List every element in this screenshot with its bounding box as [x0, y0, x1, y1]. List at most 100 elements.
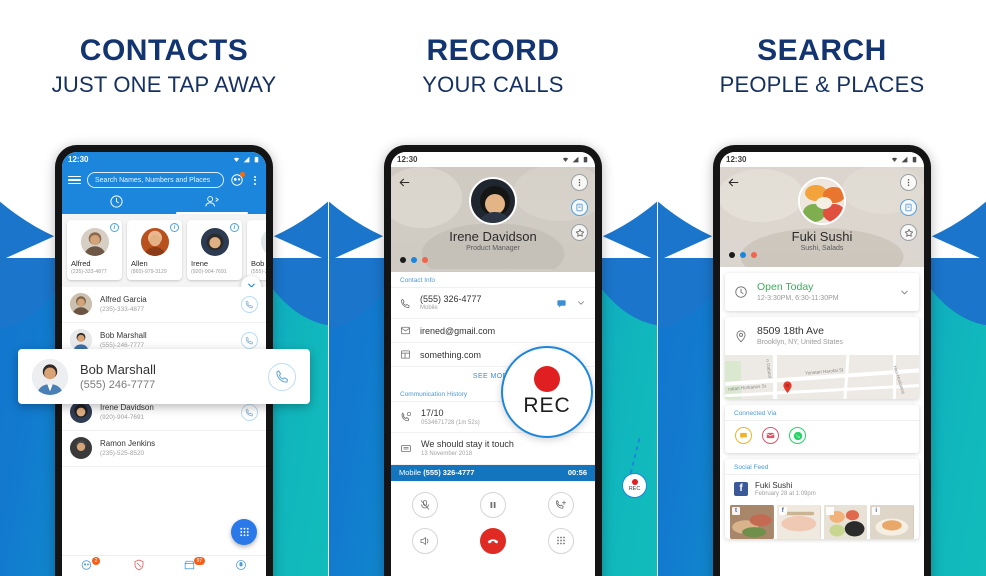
- back-button[interactable]: [727, 176, 740, 194]
- call-button[interactable]: [241, 331, 258, 349]
- keypad-button[interactable]: [548, 527, 574, 554]
- app-bar-row: Search Names, Numbers and Places: [68, 172, 260, 188]
- chevron-down-icon[interactable]: [576, 298, 586, 308]
- tab-recents[interactable]: [68, 188, 164, 214]
- hold-button[interactable]: [480, 491, 506, 518]
- identify-caller-icon[interactable]: [230, 172, 245, 187]
- overflow-menu-icon: [907, 179, 910, 186]
- battery-icon: [583, 156, 588, 163]
- search-input[interactable]: Search Names, Numbers and Places: [87, 172, 224, 188]
- place-subtitle: Sushi, Salads: [800, 245, 844, 252]
- highlighted-contact-card[interactable]: Bob Marshall (555) 246-7777: [18, 349, 310, 404]
- connect-whatsapp-button[interactable]: [789, 427, 806, 445]
- list-item-text: Ramon Jenkins (235)-525-8520: [100, 439, 258, 457]
- map-preview[interactable]: Yonatan Harofai St natan Horkanos St n G…: [725, 355, 919, 400]
- phone-icon: [245, 336, 253, 344]
- info-icon[interactable]: i: [230, 223, 239, 232]
- list-item[interactable]: Alfred Garcia (235)-333-4877: [62, 287, 266, 323]
- list-item[interactable]: Ramon Jenkins (235)-525-8520: [62, 431, 266, 467]
- highlighted-contact-text: Bob Marshall (555) 246-7777: [80, 362, 256, 391]
- email-value: irened@gmail.com: [420, 325, 496, 336]
- map-label: n Gabirol: [765, 359, 773, 379]
- favorites-carousel[interactable]: i Alfred (235)-333-4877 i Allen (865)-97…: [62, 214, 266, 287]
- nav-badge: 2: [91, 557, 101, 565]
- info-icon[interactable]: i: [170, 223, 179, 232]
- nav-item-rec[interactable]: Rec.: [215, 558, 266, 576]
- nav-item-store[interactable]: 97 Store: [164, 557, 215, 576]
- favorite-button[interactable]: [571, 224, 588, 241]
- hours-text: Open Today 12-3:30PM, 6:30-11:30PM: [757, 281, 890, 303]
- overflow-menu-icon[interactable]: [250, 175, 260, 185]
- end-call-icon: [487, 539, 499, 544]
- notes-button[interactable]: [900, 199, 917, 216]
- sms-icon[interactable]: [556, 298, 567, 309]
- chevron-down-icon[interactable]: [899, 287, 910, 298]
- favorite-button[interactable]: [900, 224, 917, 241]
- thumbnail[interactable]: i: [870, 505, 914, 540]
- rec-inline-badge[interactable]: REC: [622, 473, 647, 498]
- status-bar: 12:30: [62, 152, 266, 167]
- history-row-message[interactable]: We should stay it touch 13 November 2018: [391, 433, 595, 465]
- carousel-phone: (865)-979-3129: [131, 268, 167, 275]
- thumbnail[interactable]: f: [776, 505, 821, 540]
- mute-button[interactable]: [412, 491, 438, 518]
- status-time: 12:30: [68, 155, 89, 164]
- profile-avatar[interactable]: [469, 177, 517, 225]
- nav-item-callapp[interactable]: 2 CallApp +: [62, 557, 113, 576]
- section-title: Contact Info: [391, 272, 595, 288]
- clock-icon: [735, 286, 747, 298]
- tab-contacts[interactable]: [164, 188, 260, 214]
- connect-mail-button[interactable]: [762, 427, 779, 445]
- panel-headline-search: SEARCH PEOPLE & PLACES: [658, 34, 986, 98]
- address-card[interactable]: 8509 18th Ave Brooklyn, NY, United State…: [725, 317, 919, 400]
- hours-row[interactable]: Open Today 12-3:30PM, 6:30-11:30PM: [725, 273, 919, 311]
- thumbnail[interactable]: t: [730, 505, 774, 540]
- info-row-phone[interactable]: (555) 326-4777 Mobile: [391, 288, 595, 320]
- source-dot: [400, 257, 406, 263]
- rec-inline-label: REC: [628, 486, 641, 492]
- highlighted-contact-phone: (555) 246-7777: [80, 379, 156, 391]
- contact-phone: (920)-904-7691: [100, 413, 145, 421]
- call-button[interactable]: [241, 403, 258, 421]
- speaker-button[interactable]: [412, 527, 438, 554]
- social-post-header[interactable]: f Fuki Sushi February 28 at 1:09pm: [725, 475, 919, 503]
- add-call-button[interactable]: [548, 491, 574, 518]
- notes-button[interactable]: [571, 199, 588, 216]
- call-button[interactable]: [268, 362, 296, 391]
- back-button[interactable]: [398, 176, 411, 194]
- dialpad-fab[interactable]: [231, 519, 257, 545]
- message-date: 13 November 2018: [421, 450, 473, 457]
- address-row[interactable]: 8509 18th Ave Brooklyn, NY, United State…: [725, 317, 919, 355]
- carousel-card[interactable]: i Alfred (235)-333-4877: [67, 220, 122, 280]
- whatsapp-icon: [793, 431, 802, 440]
- overflow-menu-button[interactable]: [571, 174, 588, 191]
- list-item-text: Bob Marshall (555)-246-7777: [100, 331, 233, 349]
- headline-secondary: JUST ONE TAP AWAY: [51, 72, 277, 97]
- chevron-down-icon: [247, 283, 255, 287]
- battery-icon: [912, 156, 917, 163]
- info-icon[interactable]: i: [110, 223, 119, 232]
- carousel-card[interactable]: i Allen (865)-979-3129: [127, 220, 182, 280]
- avatar: [140, 228, 169, 256]
- call-button[interactable]: [241, 295, 258, 313]
- carousel-card[interactable]: i Irene (920)-904-7691: [187, 220, 242, 280]
- hours-card[interactable]: Open Today 12-3:30PM, 6:30-11:30PM: [725, 273, 919, 312]
- carousel-card[interactable]: i Bob (555)-246-7777: [247, 220, 266, 280]
- thumbnail[interactable]: [823, 505, 868, 540]
- wifi-icon: [562, 157, 569, 162]
- info-row-email[interactable]: irened@gmail.com: [391, 319, 595, 344]
- menu-icon[interactable]: [68, 175, 81, 185]
- overflow-menu-button[interactable]: [900, 174, 917, 191]
- rec-callout-badge[interactable]: REC: [501, 346, 593, 438]
- message-icon: [401, 444, 411, 452]
- status-bar: 12:30: [720, 152, 924, 167]
- record-dot-icon: [534, 366, 560, 392]
- thumbnail-source-icon: f: [778, 507, 787, 516]
- message-text: We should stay it touch: [421, 439, 514, 450]
- status-icons: [891, 156, 918, 163]
- nav-item-spam[interactable]: Spam: [113, 558, 164, 576]
- end-call-button[interactable]: [480, 527, 506, 554]
- connect-sms-button[interactable]: [735, 427, 752, 445]
- place-avatar[interactable]: [798, 177, 846, 225]
- social-feed-card: Social Feed f Fuki Sushi February 28 at …: [725, 459, 919, 540]
